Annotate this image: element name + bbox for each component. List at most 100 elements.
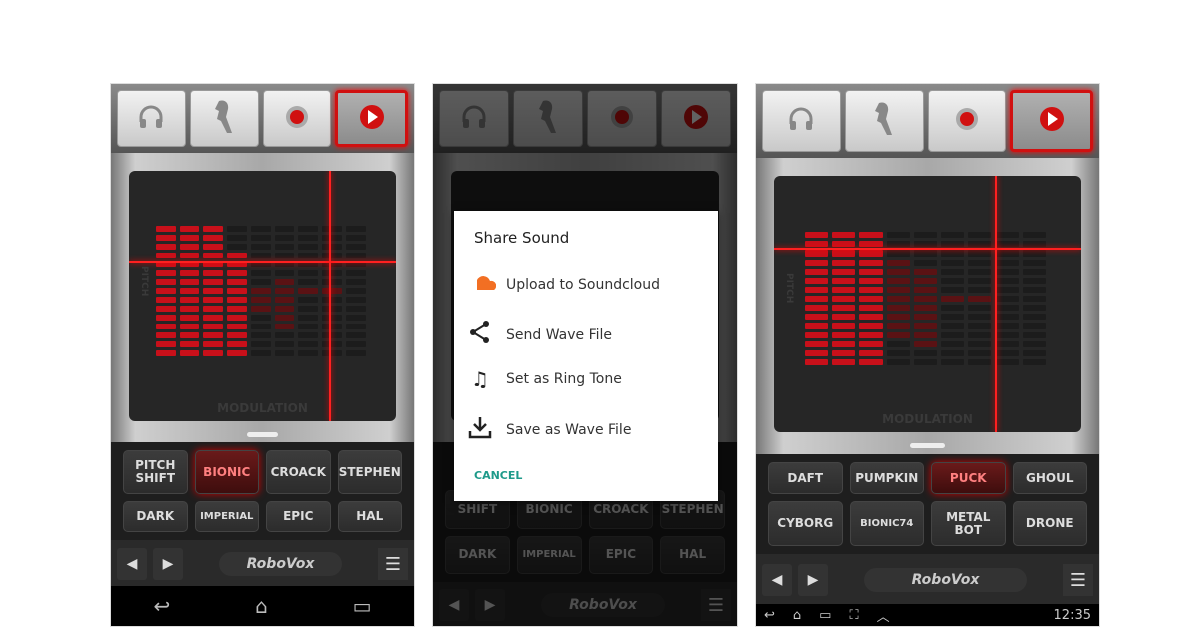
preset-button[interactable]: PITCH SHIFT [123,450,188,494]
recents-icon[interactable]: ▭ [819,608,831,623]
eq-cell [179,243,200,250]
frame-handle[interactable] [910,443,945,448]
play-button[interactable] [1010,90,1093,152]
eq-cell [322,252,342,259]
preset-grid: DAFT PUMPKIN PUCK GHOUL CYBORG BIONIC74 METAL … [756,454,1099,554]
eq-cell [968,286,992,293]
eq-cell [155,252,176,259]
eq-cell [1022,277,1046,284]
chevron-up-icon[interactable]: ︿ [877,606,890,625]
xy-pad[interactable]: PITCH MODULATION [774,176,1081,432]
screenshot-icon[interactable]: ⛶ [849,608,858,623]
eq-cell [886,232,910,239]
dialog-item[interactable]: Save as Wave File [466,414,631,445]
eq-cell [274,270,295,277]
eq-cell [298,305,319,312]
eq-cell [968,277,992,284]
next-button[interactable]: ▶ [798,564,828,596]
eq-cell [941,323,965,330]
headphones-button[interactable] [762,90,841,152]
eq-cell [1022,268,1046,275]
preset-button[interactable]: METAL BOT [931,501,1006,546]
eq-cell [1022,241,1046,248]
eq-cell [886,323,910,330]
eq-cell [250,332,271,339]
menu-button[interactable]: ☰ [1063,564,1093,596]
eq-cell [322,279,342,286]
eq-cell [968,250,992,257]
eq-cell [179,296,200,303]
eq-cell [941,332,965,339]
preset-button[interactable]: PUCK [931,462,1006,494]
eq-cell [322,288,342,294]
preset-button[interactable]: IMPERIAL [194,501,259,532]
preset-button[interactable]: DARK [123,501,188,532]
pitch-crosshair[interactable] [129,261,396,263]
back-icon[interactable]: ↩ [153,594,170,618]
recents-icon[interactable]: ▭ [353,594,372,618]
prev-button[interactable]: ◀ [117,548,147,580]
eq-cell [203,288,224,294]
play-button[interactable] [335,90,408,147]
eq-cell [1022,250,1046,257]
eq-cell [250,350,271,356]
back-icon[interactable]: ↩ [764,608,775,623]
modulation-crosshair[interactable] [995,176,998,432]
eq-cell [155,332,176,339]
share-dialog: Share Sound Upload to Soundcloud Send Wave… [454,211,718,501]
eq-cell [804,232,829,239]
eq-cell [886,286,910,293]
dialog-item[interactable]: Send Wave File [466,320,612,349]
preset-button[interactable]: STEPHEN [337,450,402,494]
eq-cell [941,350,965,357]
eq-cell [1022,313,1046,321]
preset-button[interactable]: BIONIC [194,450,259,494]
pitch-crosshair[interactable] [774,247,1081,250]
equalizer-bars [804,232,1046,366]
eq-cell [250,226,271,232]
preset-button[interactable]: EPIC [266,501,331,532]
eq-cell [274,323,295,330]
dialog-item[interactable]: Upload to Soundcloud [466,273,660,297]
eq-cell [995,232,1019,239]
modulation-label: MODULATION [882,412,973,426]
preset-button[interactable]: DRONE [1012,501,1087,546]
preset-button[interactable]: PUMPKIN [849,462,924,494]
preset-button[interactable]: CROACK [266,450,331,494]
home-icon[interactable]: ⌂ [793,608,801,623]
eq-cell [995,286,1019,293]
eq-cell [298,332,319,339]
next-button[interactable]: ▶ [153,548,183,580]
parrot-button[interactable] [844,90,924,152]
menu-button[interactable]: ☰ [378,548,408,580]
preset-button[interactable]: BIONIC74 [849,501,924,546]
record-button[interactable] [262,90,332,147]
preset-button[interactable]: DAFT [768,462,843,494]
preset-button[interactable]: HAL [337,501,402,532]
eq-cell [913,323,937,330]
prev-button[interactable]: ◀ [762,564,792,596]
eq-cell [913,268,937,275]
xy-pad[interactable]: PITCH MODULATION [129,171,396,421]
eq-cell [227,279,247,286]
eq-cell [250,270,271,277]
preset-button[interactable]: GHOUL [1012,462,1087,494]
parrot-icon [209,97,239,141]
eq-cell [913,341,937,348]
eq-cell [274,252,295,259]
home-icon[interactable]: ⌂ [255,594,268,618]
eq-cell [1022,332,1046,339]
eq-cell [913,304,937,311]
eq-cell [203,314,224,321]
cancel-button[interactable]: CANCEL [474,469,522,482]
dialog-item[interactable]: ♫ Set as Ring Tone [466,367,622,391]
frame-handle[interactable] [247,432,278,437]
eq-cell [941,232,965,239]
eq-cell [995,268,1019,275]
parrot-button[interactable] [189,90,259,147]
headphones-button[interactable] [117,90,186,147]
modulation-crosshair[interactable] [329,171,332,421]
eq-cell [298,234,319,241]
record-button[interactable] [927,90,1007,152]
preset-button[interactable]: CYBORG [768,501,843,546]
